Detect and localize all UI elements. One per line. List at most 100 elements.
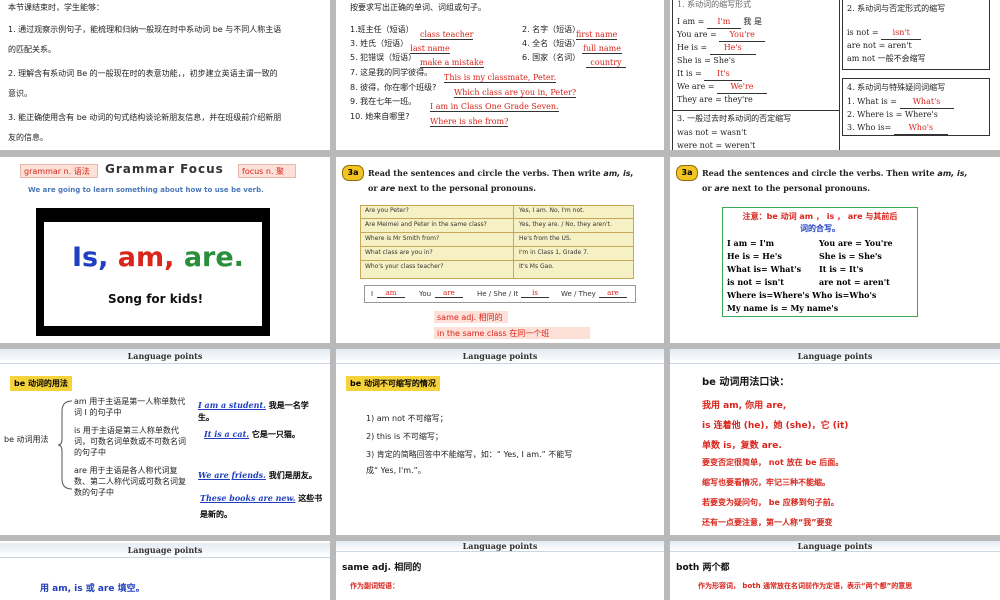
- item-8: 8. 彼得，你在哪个班级?: [350, 83, 437, 92]
- objective-2: 2. 理解含有系动词 Be 的一般现在时的表意功能，，初步建立英语主谓一致的: [8, 69, 278, 78]
- header-bar: Language points: [0, 349, 330, 364]
- cell-q4: What class are you in?: [365, 249, 433, 256]
- tag-grammar: grammar n. 语法: [20, 164, 98, 178]
- no-contraction-tag: be 动词不可缩写的情况: [346, 376, 440, 391]
- brace-icon: [58, 400, 73, 490]
- video-player[interactable]: Is, am, are. Song for kids!: [36, 208, 270, 336]
- item-9: 9. 我在七年一班。: [350, 97, 417, 106]
- cell-a1: Yes, I am. No, I'm not.: [519, 207, 585, 214]
- example-1: I am a student. 我是一名学生。: [198, 400, 309, 422]
- item-7: 7. 这是我的同学彼得。: [350, 68, 433, 77]
- slide-mnemonic[interactable]: Language points be 动词用法口诀： 我用 am, 你用 are…: [670, 349, 1000, 535]
- box2-title: 2. 系动词与否定形式的缩写: [847, 4, 946, 13]
- line-are-not: are not = aren't: [847, 41, 912, 50]
- objective-3-cont: 友的信息。: [8, 133, 48, 142]
- note-is-not: is not = isn't: [727, 277, 784, 287]
- item-6: 6. 国家（名词）: [522, 53, 581, 62]
- mnemonic-line-4: 要变否定很简单， not 放在 be 后面。: [702, 458, 844, 467]
- answer-whos: Who's: [893, 122, 948, 135]
- same-subtitle: 作为副词短语：: [350, 582, 399, 590]
- be-usage-tag: be 动词的用法: [10, 376, 72, 391]
- same-title: same adj. 相同的: [342, 563, 422, 573]
- line-we-are: We are = We're: [677, 81, 767, 94]
- rule-am: am 用于主语是第一人称单数代词 I 的句子中: [74, 397, 186, 417]
- objective-2-cont: 意识。: [8, 89, 32, 98]
- point-3: 3) 肯定的简略回答中不能缩写，如：“ Yes, I am.” 不能写: [366, 450, 573, 459]
- header-title: Language points: [127, 545, 203, 555]
- sentence-table: Are you Peter? Yes, I am. No, I'm not. Ar…: [360, 205, 634, 279]
- line-they-are: They are = they're: [677, 95, 753, 104]
- header-title: Language points: [797, 351, 873, 361]
- note-same-class: in the same class 在同一个班: [434, 327, 590, 339]
- header-title: Language points: [462, 351, 538, 361]
- note-she-is: She is = She's: [819, 251, 882, 261]
- line-were-not: were not = weren't: [677, 141, 756, 150]
- mnemonic-line-2: is 连着他 (he)，她 (she)，它 (it): [702, 421, 849, 431]
- cell-q2: Are Meimei and Peter in the same class?: [365, 221, 487, 228]
- header-bar: Language points: [336, 349, 664, 364]
- cell-a4: I'm in Class 1, Grade 7.: [519, 249, 589, 256]
- slide-objectives[interactable]: 本节课结束时，学生能够： 1. 通过观察示例句子，能梳理和归纳一般现在时中系动词…: [0, 0, 330, 150]
- slide-contractions[interactable]: 1. 系动词的缩写形式 I am = I'm 我 是 You are = You…: [670, 0, 1000, 150]
- intro-text: 本节课结束时，学生能够：: [8, 3, 104, 12]
- rule-is: is 用于主语是第三人称单数代词，可数名词单数或不可数名词的句子中: [74, 426, 186, 457]
- point-2: 2) this is 不可缩写；: [366, 432, 443, 441]
- note-i-am: I am = I'm: [727, 238, 775, 248]
- note-my-name: My name is = My name's: [727, 303, 839, 313]
- cell-a5: It's Ms Gao.: [519, 263, 554, 270]
- answer-are-you: are: [435, 289, 463, 298]
- badge-3a: 3a: [342, 165, 364, 181]
- header-bar: Language points: [670, 349, 1000, 364]
- item-1: 1.班主任（短语）: [350, 25, 414, 34]
- note-he-is: He is = He's: [727, 251, 782, 261]
- fill-blank-instruction: 用 am, is 或 are 填空。: [40, 584, 145, 594]
- objective-3: 3. 能正确使用含有 be 动词的句式结构谈论新朋友信息，并在班级前介绍新朋: [8, 113, 282, 122]
- line-he-is: He is = He's: [677, 42, 756, 55]
- instruction-3a-2: Read the sentences and circle the verbs.…: [702, 168, 968, 193]
- line-was-not: was not = wasn't: [677, 128, 747, 137]
- slide-fill-blank[interactable]: Language points 用 am, is 或 are 填空。: [0, 541, 330, 600]
- box1-title: 1. 系动词的缩写形式: [677, 0, 752, 9]
- example-3: We are friends. 我们是朋友。: [198, 470, 317, 480]
- cell-q3: Where is Mr Smith from?: [365, 235, 440, 242]
- answer-am: am: [377, 289, 405, 298]
- rule-are: are 用于主语是各人称代词复数、第二人称代词或可数名词复数的句子中: [74, 466, 186, 497]
- cell-a3: He's from the US.: [519, 235, 572, 242]
- note-title: 注意：be 动词 am ， is ， are 与其前后: [742, 212, 898, 221]
- exercise-instruction: 按要求写出正确的单词、词组或句子。: [350, 3, 486, 12]
- tag-focus: focus n. 聚焦: [238, 164, 296, 178]
- header-bar: Language points: [0, 543, 330, 558]
- mnemonic-line-1: 我用 am, 你用 are,: [702, 401, 787, 411]
- item-10: 10. 她来自哪里?: [350, 112, 410, 121]
- grammar-subtitle: We are going to learn something about ho…: [28, 186, 264, 194]
- slide-exercise[interactable]: 按要求写出正确的单词、词组或句子。 1.班主任（短语） class teache…: [336, 0, 664, 150]
- header-title: Language points: [127, 351, 203, 361]
- slide-grammar-focus[interactable]: grammar n. 语法 Grammar Focus focus n. 聚焦 …: [0, 157, 330, 343]
- answer-is: is: [521, 289, 549, 298]
- slide-be-usage[interactable]: Language points be 动词的用法 be 动词用法 am 用于主语…: [0, 349, 330, 535]
- example-4: These books are new. 这些书是新的。: [200, 493, 323, 519]
- video-frame: Is, am, are. Song for kids!: [44, 222, 262, 326]
- note-you-are: You are = You're: [819, 238, 893, 248]
- note-what-is: What is= What's: [727, 264, 802, 274]
- contraction-box-1: 1. 系动词的缩写形式 I am = I'm 我 是 You are = You…: [672, 0, 840, 112]
- line-she-is: She is = She's: [677, 56, 736, 65]
- header-bar: Language points: [336, 541, 664, 552]
- answer-whats: What's: [899, 96, 954, 109]
- slide-3a-note[interactable]: 3a Read the sentences and circle the ver…: [670, 157, 1000, 343]
- contraction-box-3: 3. 一般过去时系动词的否定缩写 was not = wasn't were n…: [672, 110, 840, 150]
- video-word-am: am,: [117, 242, 175, 273]
- mnemonic-line-7: 还有一点要注意，第一人称“我”要变: [702, 518, 833, 527]
- slide-both[interactable]: Language points both 两个都 作为形容词， both 通常放…: [670, 541, 1000, 600]
- slide-same[interactable]: Language points same adj. 相同的 作为副词短语：: [336, 541, 664, 600]
- header-title: Language points: [462, 541, 538, 551]
- contraction-box-2: 2. 系动词与否定形式的缩写 is not = isn't are not = …: [842, 0, 990, 70]
- slide-3a-exercise[interactable]: 3a Read the sentences and circle the ver…: [336, 157, 664, 343]
- slide-no-contraction[interactable]: Language points be 动词不可缩写的情况 1) am not 不…: [336, 349, 664, 535]
- item-2: 2. 名字（短语）: [522, 25, 581, 34]
- objective-1: 1. 通过观察示例句子，能梳理和归纳一般现在时中系动词 be 与不同人称主语: [8, 25, 282, 34]
- header-title: Language points: [797, 541, 873, 551]
- mnemonic-line-3: 单数 is，复数 are.: [702, 441, 782, 451]
- item-3: 3. 姓氏（短语）: [350, 39, 409, 48]
- cell-q5: Who's your class teacher?: [365, 263, 444, 270]
